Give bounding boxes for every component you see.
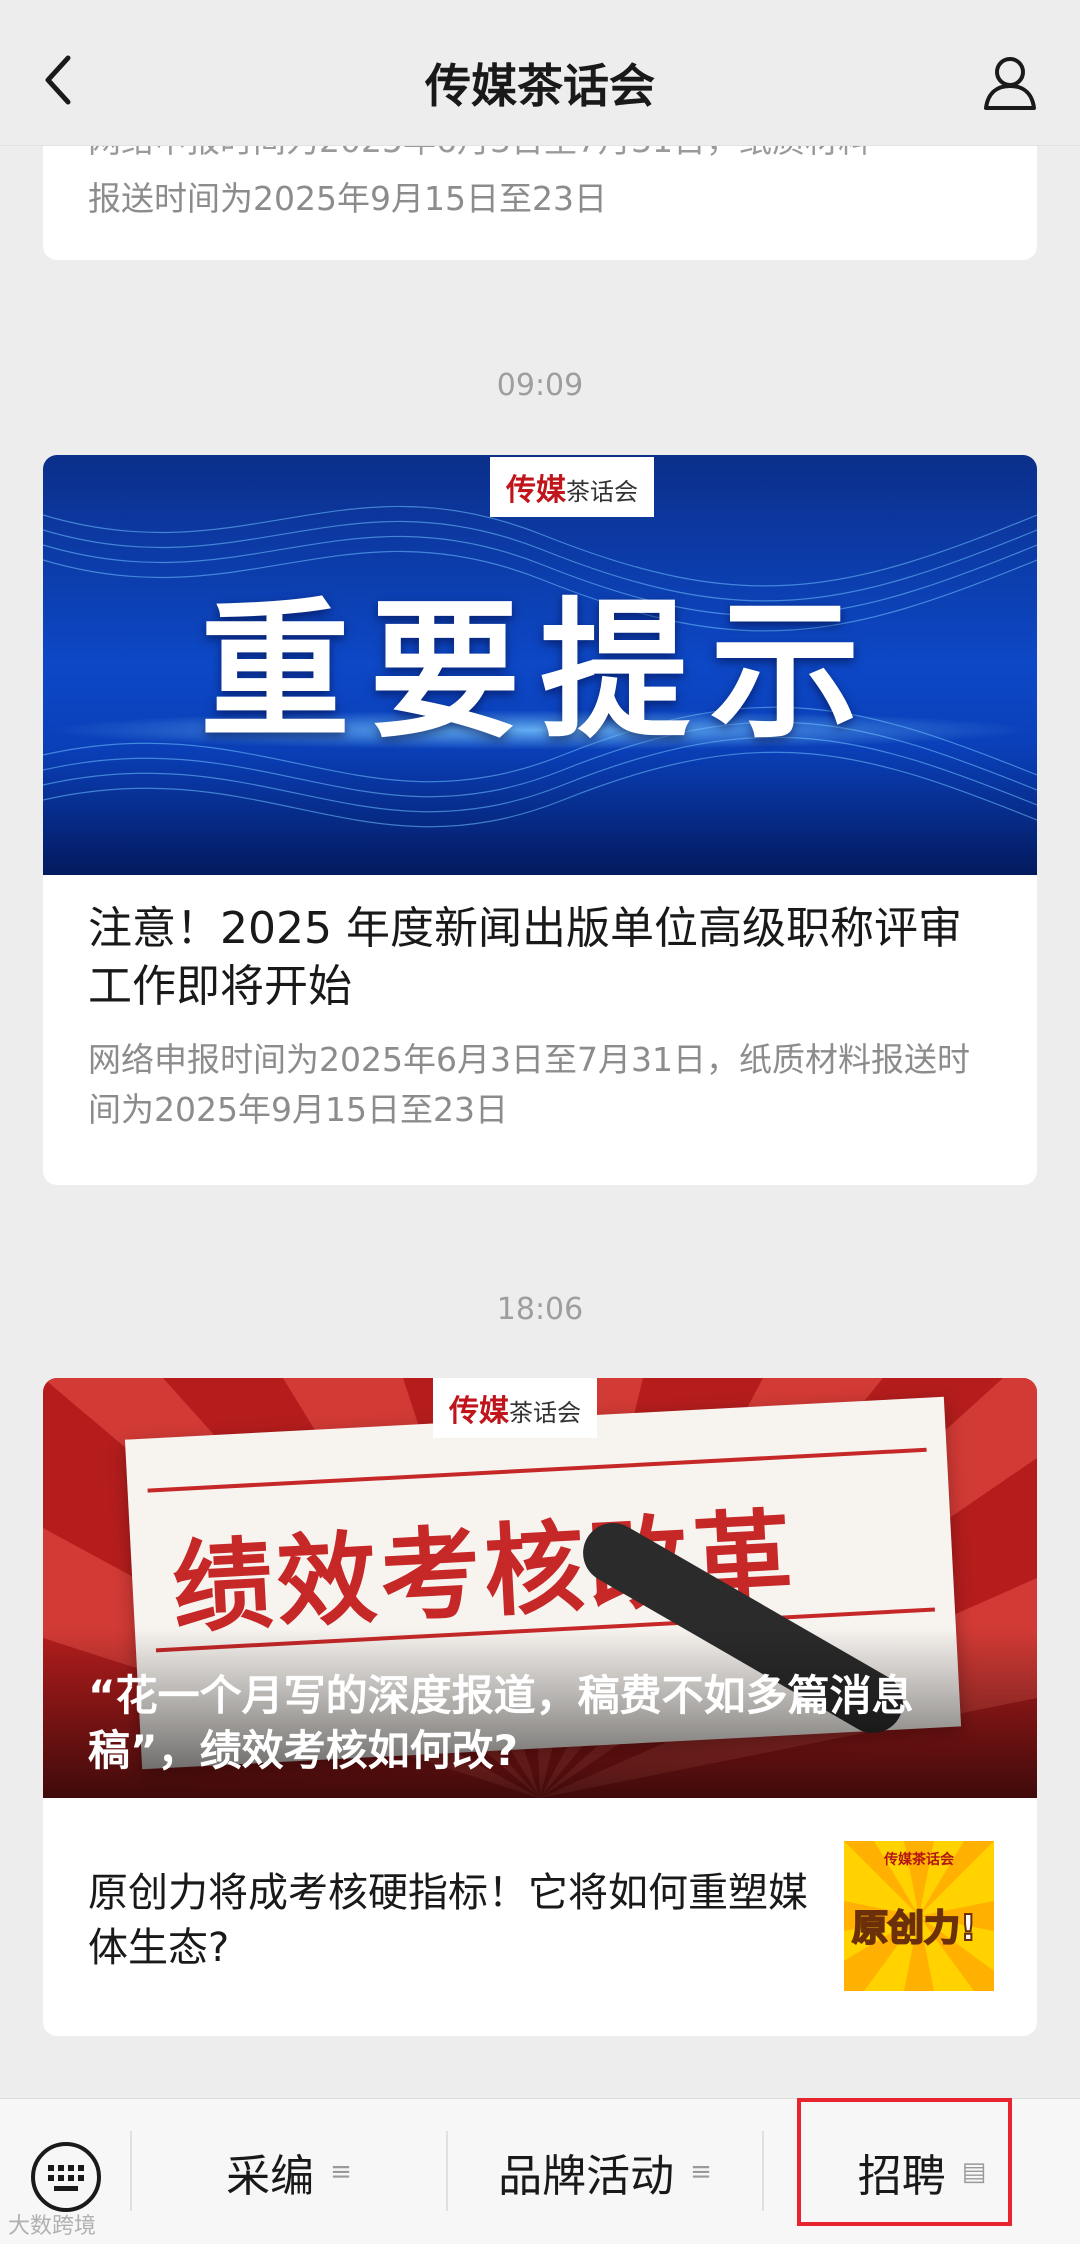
article-cover-image: 传媒茶话会 重要提示 (43, 455, 1037, 875)
highlight-annotation (797, 2098, 1012, 2226)
menu-list-icon: ≡ (690, 2156, 712, 2187)
top-bar: 传媒茶话会 (0, 0, 1080, 146)
message-timestamp: 18:06 (496, 1292, 584, 1327)
brand-logo: 传媒茶话会 (433, 1378, 597, 1438)
menu-list-icon: ≡ (330, 2156, 352, 2187)
article-title: “花一个月写的深度报道，稿费不如多篇消息稿”，绩效考核如何改? (88, 1671, 914, 1775)
menu-item-caibian[interactable]: 采编 ≡ (132, 2099, 446, 2244)
article-desc: 报送时间为2025年9月15日至23日 (88, 179, 607, 218)
sub-article-title: 原创力将成考核硬指标！它将如何重塑媒体生态? (88, 1870, 808, 1971)
message-timestamp: 09:09 (496, 368, 584, 403)
sub-article-thumbnail: 传媒茶话会 原创力! (844, 1841, 994, 1991)
thumbnail-text: 原创力! (851, 1907, 977, 1950)
article-desc: 网络申报时间为2025年6月3日至7月31日，纸质材料报送时间为2025年9月1… (88, 1040, 970, 1129)
article-title: 注意！2025 年度新闻出版单位高级职称评审工作即将开始 (88, 903, 962, 1012)
banner-title: 重要提示 (199, 585, 880, 759)
person-icon[interactable] (980, 52, 1040, 112)
page-title: 传媒茶话会 (425, 59, 655, 113)
article-cover-image: 绩效考核改革 传媒茶话会 “花一个月写的深度报道，稿费不如多篇消息稿”，绩效考核… (43, 1378, 1037, 1798)
brand-logo: 传媒茶话会 (490, 457, 654, 517)
watermark: 大数跨境 (8, 2214, 97, 2239)
article-card[interactable]: 传媒茶话会 重要提示 注意！2025 年度新闻出版单位高级职称评审工作即将开始 … (43, 455, 1037, 1185)
menu-item-brand-events[interactable]: 品牌活动 ≡ (448, 2099, 762, 2244)
sub-article-item[interactable]: 原创力将成考核硬指标！它将如何重塑媒体生态? 传媒茶话会 原创力! (43, 1798, 1037, 2028)
keyboard-icon[interactable] (30, 2141, 102, 2213)
article-card[interactable]: 绩效考核改革 传媒茶话会 “花一个月写的深度报道，稿费不如多篇消息稿”，绩效考核… (43, 1378, 1037, 2036)
